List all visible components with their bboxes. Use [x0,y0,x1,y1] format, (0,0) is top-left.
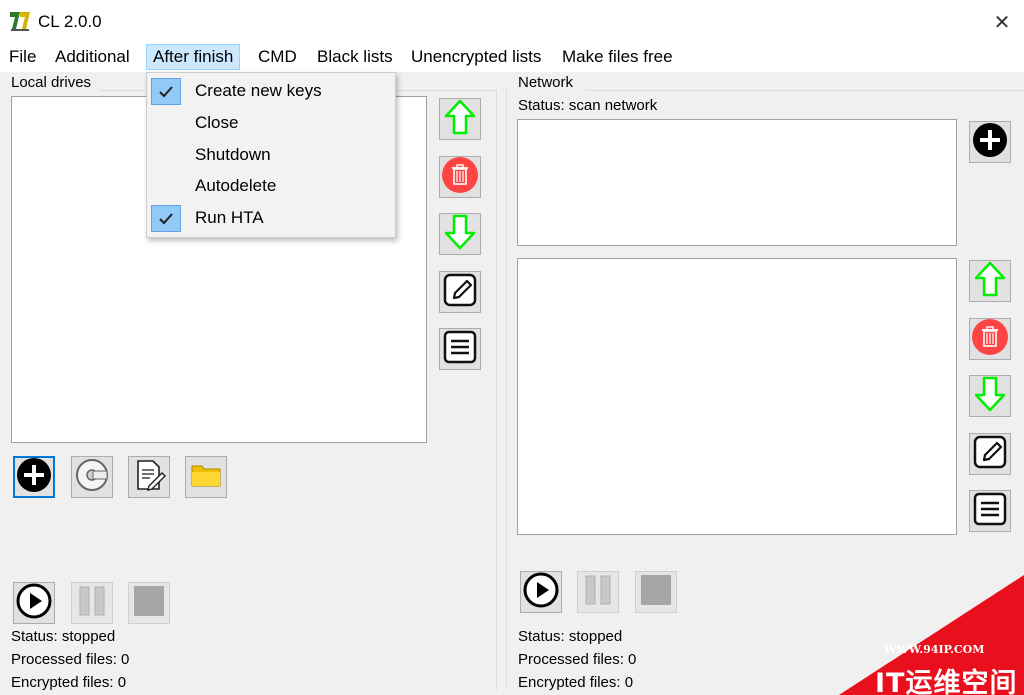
network-delete-button[interactable] [969,318,1011,360]
document-icon [132,458,166,497]
arrow-up-icon [974,261,1006,302]
move-down-button[interactable] [439,213,481,255]
network-list-bottom[interactable] [517,258,957,535]
dropdown-item-run-hta[interactable]: Run HTA [149,203,393,233]
plus-icon [972,122,1008,163]
network-list-button[interactable] [969,490,1011,532]
dropdown-item-label: Create new keys [195,81,322,100]
menu-after-finish[interactable]: After finish [146,44,241,70]
title-bar: CL 2.0.0 ✕ [0,0,1024,44]
disk-icon [75,458,109,497]
menu-bar: File Additional After finish CMD Black l… [0,44,1024,72]
left-status-text: Status: stopped [11,628,116,645]
dropdown-item-shutdown[interactable]: Shutdown [149,140,393,170]
dropdown-item-close[interactable]: Close [149,108,393,138]
add-drive-button[interactable] [13,456,55,498]
pause-icon [77,585,107,622]
edit-icon [972,434,1008,475]
list-icon [972,491,1008,532]
menu-black-lists[interactable]: Black lists [311,44,399,70]
network-move-up-button[interactable] [969,260,1011,302]
network-edit-button[interactable] [969,433,1011,475]
delete-button[interactable] [439,156,481,198]
menu-cmd[interactable]: CMD [252,44,303,70]
watermark-url: WWW.94IP.COM [884,643,985,656]
dropdown-item-label: Close [195,113,239,132]
dropdown-item-create-new-keys[interactable]: Create new keys [149,76,393,106]
left-processed-text: Processed files: 0 [11,651,130,668]
left-encrypted-text: Encrypted files: 0 [11,674,127,691]
scan-status-text: Status: scan network [518,97,658,114]
pause-button[interactable] [71,582,113,624]
stop-button[interactable] [128,582,170,624]
dropdown-item-label: Autodelete [195,176,277,195]
right-status-text: Status: stopped [518,628,623,645]
move-up-button[interactable] [439,98,481,140]
trash-icon [441,156,479,199]
watermark-brand: IT运维空间 [875,668,1018,695]
right-panel-top-border [586,90,1024,91]
right-encrypted-text: Encrypted files: 0 [518,674,634,691]
add-network-button[interactable] [969,121,1011,163]
play-icon [16,583,52,624]
network-list-top[interactable] [517,119,957,246]
close-button[interactable]: ✕ [988,8,1016,36]
network-pause-button[interactable] [577,571,619,613]
file-button[interactable] [128,456,170,498]
network-move-down-button[interactable] [969,375,1011,417]
menu-additional[interactable]: Additional [49,44,136,70]
dropdown-item-label: Run HTA [195,208,264,227]
menu-unencrypted-lists[interactable]: Unencrypted lists [405,44,547,70]
right-processed-text: Processed files: 0 [518,651,637,668]
network-play-button[interactable] [520,571,562,613]
drive-button[interactable] [71,456,113,498]
play-button[interactable] [13,582,55,624]
local-drives-label: Local drives [11,74,92,91]
folder-icon [191,463,221,492]
arrow-up-icon [444,99,476,140]
network-label: Network [518,74,574,91]
stop-icon [133,585,165,622]
stop-icon [640,574,672,611]
watermark: WWW.94IP.COM IT运维空间 [789,575,1024,695]
close-icon: ✕ [993,11,1011,34]
window-title: CL 2.0.0 [38,12,102,31]
trash-icon [971,318,1009,361]
checkmark-icon [151,78,181,105]
menu-file[interactable]: File [3,44,42,70]
left-panel-border [496,90,497,690]
dropdown-item-label: Shutdown [195,145,271,164]
checkmark-icon [151,205,181,232]
right-panel-border [506,90,507,690]
network-stop-button[interactable] [635,571,677,613]
pause-icon [583,574,613,611]
arrow-down-icon [974,376,1006,417]
list-button[interactable] [439,328,481,370]
dropdown-item-autodelete[interactable]: Autodelete [149,171,393,201]
app-logo-icon [8,9,32,33]
folder-button[interactable] [185,456,227,498]
edit-button[interactable] [439,271,481,313]
menu-make-files-free[interactable]: Make files free [556,44,679,70]
after-finish-dropdown: Create new keys Close Shutdown Autodelet… [146,72,396,238]
arrow-down-icon [444,214,476,255]
plus-icon [16,457,52,498]
list-icon [442,329,478,370]
edit-icon [442,272,478,313]
play-icon [523,572,559,613]
